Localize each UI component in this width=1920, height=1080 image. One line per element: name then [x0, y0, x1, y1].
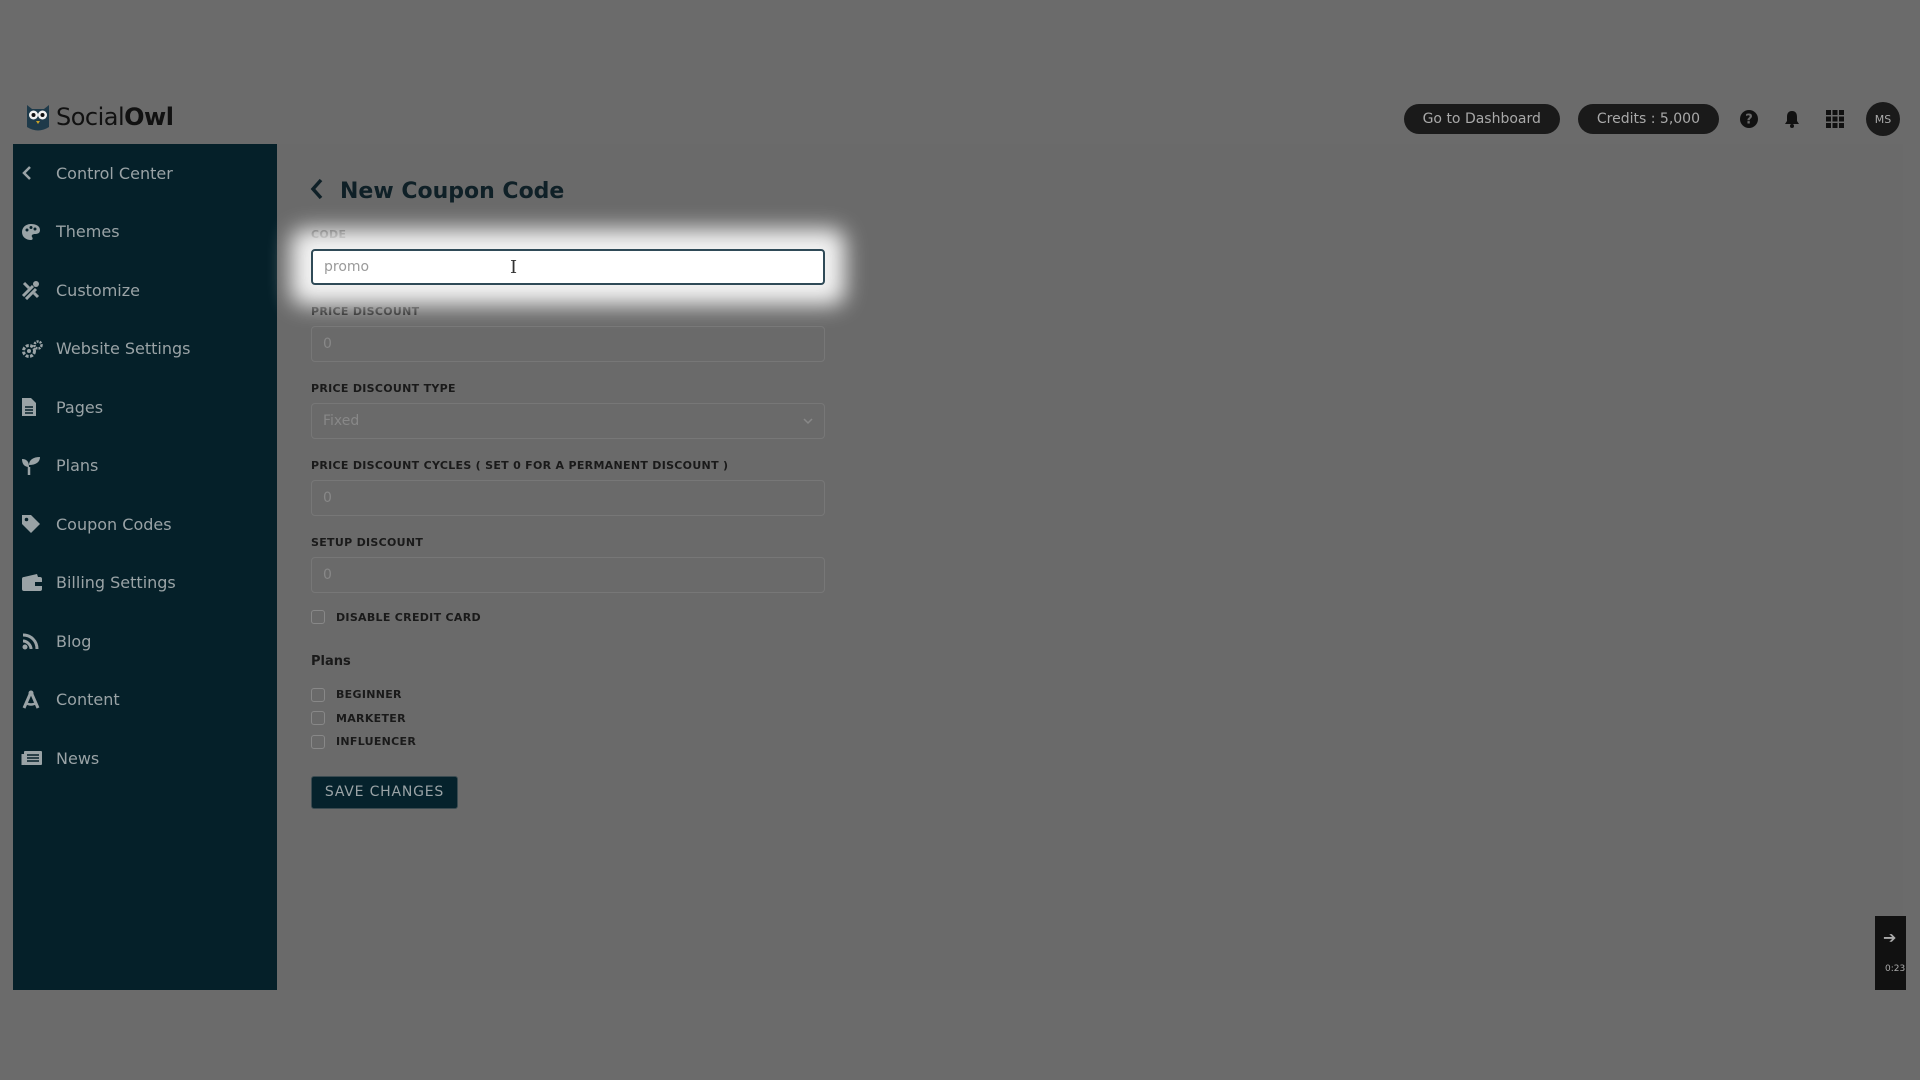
cogs-icon — [18, 338, 56, 360]
sidebar-item-label: Themes — [56, 222, 120, 242]
sidebar-item-news[interactable]: News — [13, 729, 277, 788]
sidebar-item-blog[interactable]: Blog — [13, 612, 277, 671]
tools-icon — [18, 279, 56, 301]
plan-option-influencer: INFLUENCER — [311, 730, 825, 754]
chevron-left-icon — [18, 162, 56, 184]
price-discount-input[interactable]: 0 — [311, 326, 825, 362]
header-actions: Go to Dashboard Credits : 5,000 ? MS — [1403, 102, 1900, 136]
setup-discount-input[interactable]: 0 — [311, 557, 825, 593]
sidebar-item-label: Coupon Codes — [56, 514, 172, 534]
cycles-placeholder: 0 — [323, 490, 332, 506]
sidebar-item-label: Billing Settings — [56, 573, 176, 593]
svg-text:?: ? — [1745, 113, 1753, 128]
plan-checkbox[interactable] — [311, 734, 325, 749]
text-cursor-icon: I — [510, 257, 518, 278]
sidebar: Control Center Themes Customize Website … — [13, 144, 277, 990]
plan-label: BEGINNER — [336, 688, 402, 702]
page-title: New Coupon Code — [340, 178, 565, 204]
disable-credit-card-checkbox[interactable] — [311, 610, 325, 624]
select-value: Fixed — [323, 413, 360, 429]
sidebar-item-label: Blog — [56, 631, 92, 651]
video-widget[interactable]: ➔ 0:23 — [1875, 916, 1906, 990]
plan-checkbox[interactable] — [311, 711, 325, 726]
arrow-right-icon[interactable]: ➔ — [1883, 928, 1896, 947]
sidebar-item-label: Customize — [56, 280, 140, 300]
setup-discount-label: SETUP DISCOUNT — [311, 536, 424, 549]
video-time: 0:23 — [1885, 964, 1906, 974]
back-chevron-icon[interactable] — [310, 178, 324, 204]
sidebar-item-pages[interactable]: Pages — [13, 378, 277, 437]
plan-option-marketer: MARKETER — [311, 707, 825, 731]
coupon-form: CODE promo I PRICE DISCOUNT 0 PRICE DISC… — [311, 226, 825, 809]
seedling-icon — [18, 455, 56, 477]
grid-icon[interactable] — [1823, 107, 1847, 131]
sidebar-item-website-settings[interactable]: Website Settings — [13, 320, 277, 379]
cycles-input[interactable]: 0 — [311, 480, 825, 516]
drafting-icon — [18, 689, 56, 711]
file-icon — [18, 396, 56, 418]
tag-icon — [18, 513, 56, 535]
price-discount-placeholder: 0 — [323, 336, 332, 352]
help-icon[interactable]: ? — [1737, 107, 1761, 131]
credits-button[interactable]: Credits : 5,000 — [1577, 104, 1719, 134]
palette-icon — [18, 221, 56, 243]
plan-option-beginner: BEGINNER — [311, 683, 825, 707]
sidebar-item-label: Plans — [56, 456, 99, 476]
setup-discount-placeholder: 0 — [323, 567, 332, 583]
sidebar-item-customize[interactable]: Customize — [13, 261, 277, 320]
plan-label: MARKETER — [336, 711, 406, 725]
price-discount-label: PRICE DISCOUNT — [311, 305, 420, 318]
sidebar-item-label: Pages — [56, 397, 104, 417]
logo[interactable]: SocialOwl — [24, 100, 174, 134]
avatar[interactable]: MS — [1866, 102, 1900, 136]
plan-checkbox[interactable] — [311, 687, 325, 702]
plan-label: INFLUENCER — [336, 735, 417, 749]
newspaper-icon — [18, 747, 56, 769]
sidebar-item-label: News — [56, 748, 100, 768]
disable-credit-card-label: DISABLE CREDIT CARD — [336, 610, 481, 624]
code-label: CODE — [311, 228, 347, 241]
logo-text: SocialOwl — [56, 103, 174, 131]
save-changes-button[interactable]: SAVE CHANGES — [311, 775, 458, 809]
disable-credit-card-row: DISABLE CREDIT CARD — [311, 605, 825, 629]
sidebar-item-coupon-codes[interactable]: Coupon Codes — [13, 495, 277, 554]
code-input[interactable]: promo I — [311, 249, 825, 285]
sidebar-item-label: Content — [56, 690, 120, 710]
sidebar-item-themes[interactable]: Themes — [13, 203, 277, 262]
sidebar-item-label: Website Settings — [56, 339, 191, 359]
cycles-label: PRICE DISCOUNT CYCLES ( SET 0 FOR A PERM… — [311, 459, 729, 472]
sidebar-item-plans[interactable]: Plans — [13, 437, 277, 496]
main-content: New Coupon Code CODE promo I PRICE DISCO… — [277, 144, 1903, 990]
owl-icon — [24, 101, 52, 133]
price-discount-type-label: PRICE DISCOUNT TYPE — [311, 382, 456, 395]
blog-icon — [18, 630, 56, 652]
bell-icon[interactable] — [1780, 107, 1804, 131]
wallet-icon — [18, 572, 56, 594]
plans-title: Plans — [311, 654, 351, 669]
go-to-dashboard-button[interactable]: Go to Dashboard — [1403, 104, 1560, 134]
sidebar-item-label: Control Center — [56, 163, 173, 183]
sidebar-item-content[interactable]: Content — [13, 671, 277, 730]
code-placeholder: promo — [324, 259, 370, 275]
price-discount-type-select[interactable]: Fixed — [311, 403, 825, 439]
sidebar-item-billing-settings[interactable]: Billing Settings — [13, 554, 277, 613]
chevron-down-icon — [803, 413, 813, 429]
page-header: New Coupon Code — [310, 174, 564, 208]
sidebar-item-control-center[interactable]: Control Center — [13, 144, 277, 203]
